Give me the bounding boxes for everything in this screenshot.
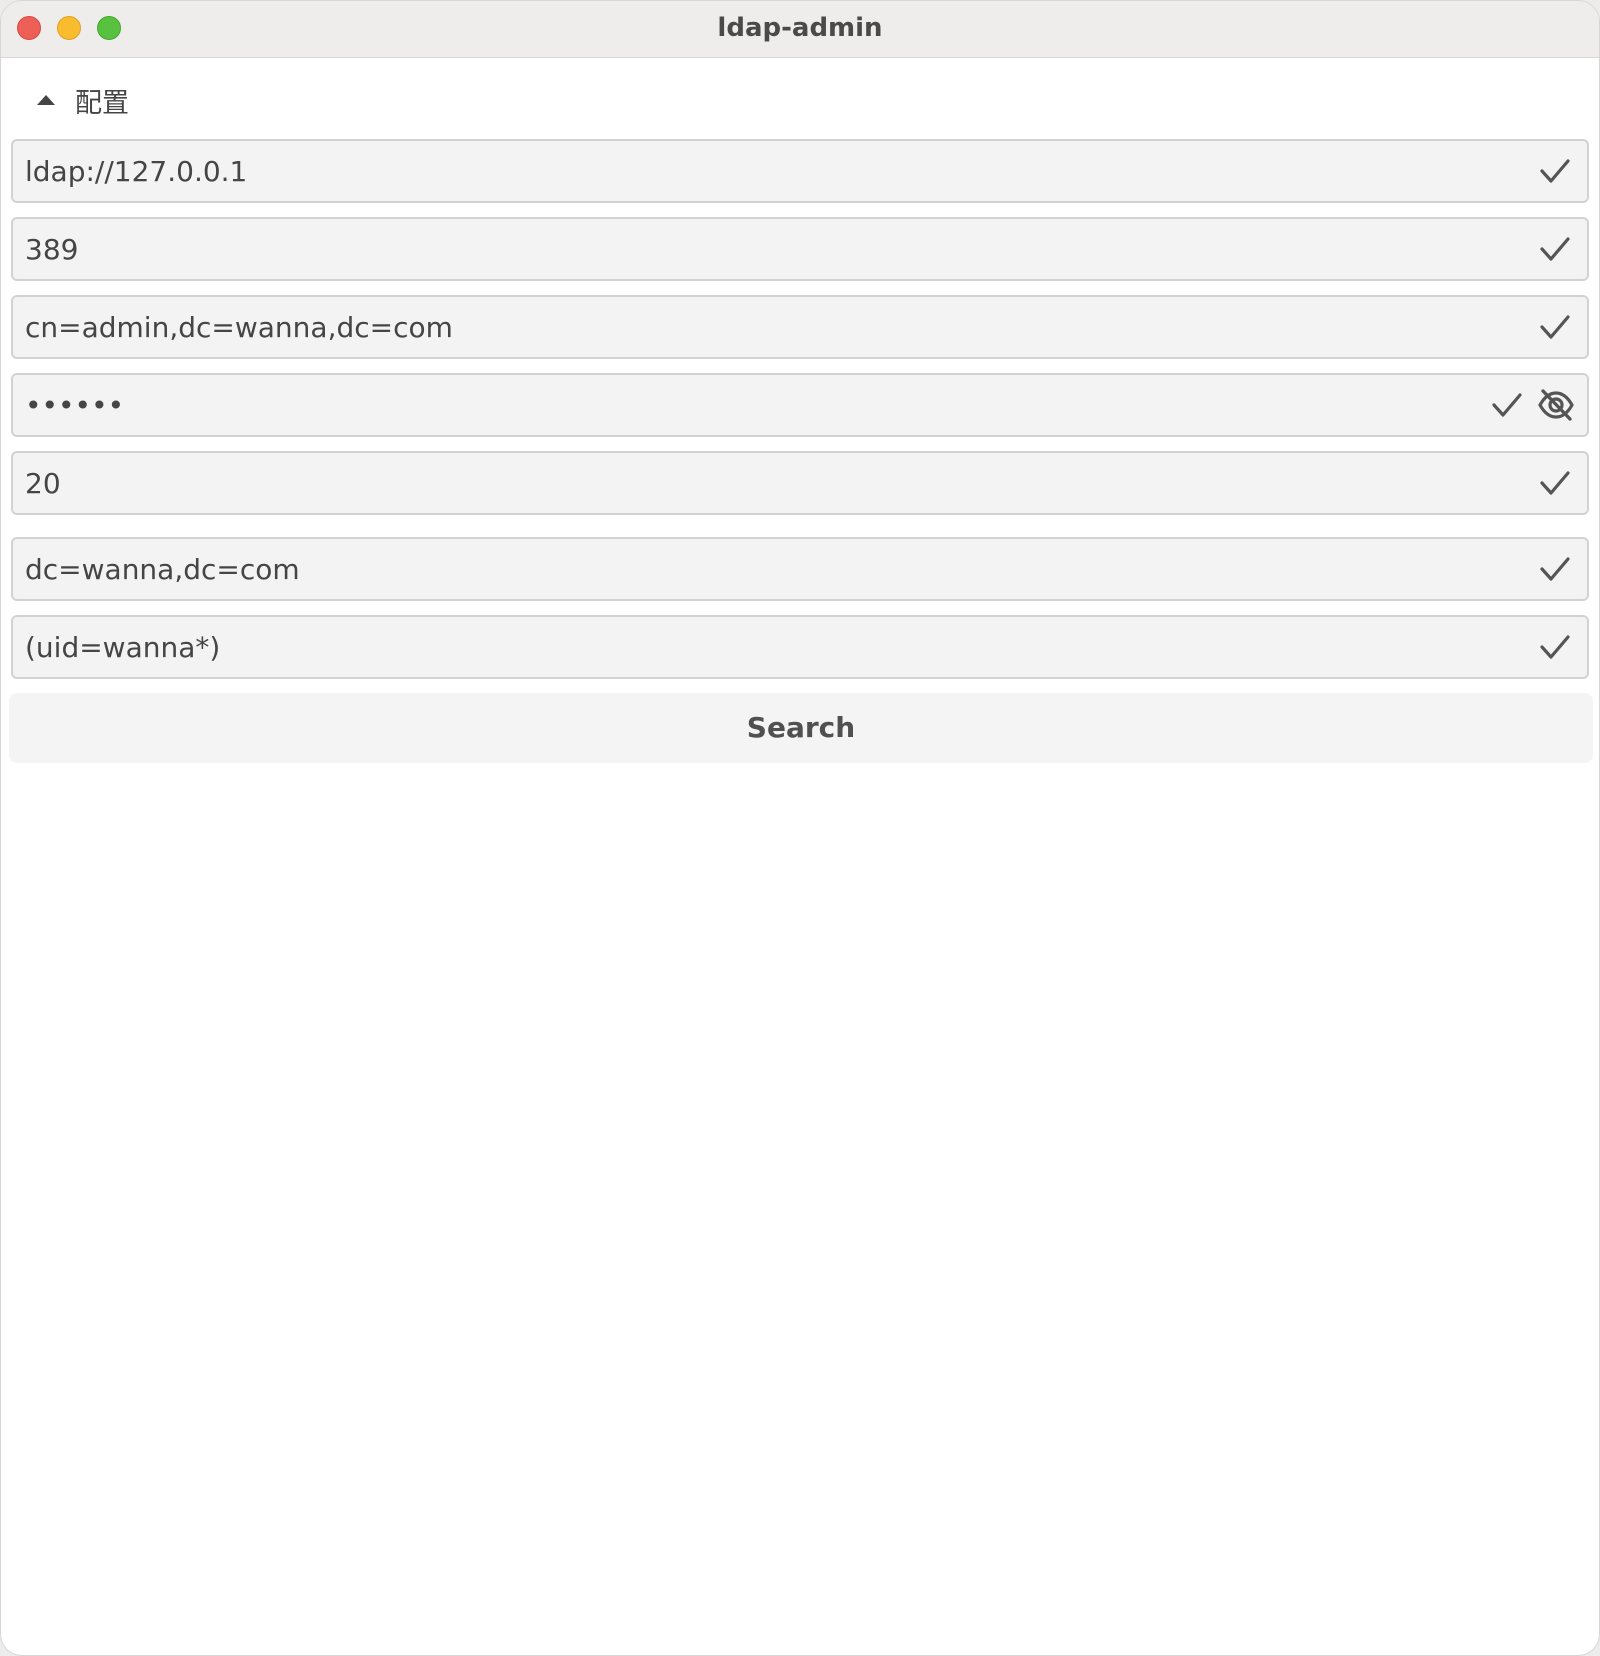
check-icon — [1540, 557, 1570, 581]
filter-input[interactable] — [25, 617, 1465, 677]
caret-up-icon — [37, 95, 55, 105]
port-input[interactable] — [25, 219, 1465, 279]
port-field[interactable] — [11, 217, 1589, 281]
search-button[interactable]: Search — [9, 693, 1593, 763]
config-section-toggle[interactable]: 配置 — [31, 77, 129, 123]
password-field[interactable] — [11, 373, 1589, 437]
window-title: ldap-admin — [717, 13, 883, 43]
check-icon — [1540, 635, 1570, 659]
bind-dn-input[interactable] — [25, 297, 1465, 357]
check-icon — [1540, 237, 1570, 261]
server-url-field[interactable] — [11, 139, 1589, 203]
page-size-input[interactable] — [25, 453, 1465, 513]
app-window: ldap-admin 配置 ldap://127.0.0.1 389 cn=ad… — [0, 0, 1600, 1656]
check-icon — [1540, 159, 1570, 183]
password-input[interactable] — [25, 375, 1465, 435]
filter-field[interactable] — [11, 615, 1589, 679]
server-url-input[interactable] — [25, 141, 1465, 201]
title-bar: ldap-admin — [1, 1, 1599, 58]
bind-dn-field[interactable] — [11, 295, 1589, 359]
check-icon — [1540, 471, 1570, 495]
check-icon — [1540, 315, 1570, 339]
check-icon — [1492, 393, 1522, 417]
eye-off-icon[interactable] — [1537, 388, 1575, 422]
base-dn-input[interactable] — [25, 539, 1465, 599]
base-dn-field[interactable] — [11, 537, 1589, 601]
page-size-field[interactable] — [11, 451, 1589, 515]
config-section-label: 配置 — [75, 87, 129, 119]
